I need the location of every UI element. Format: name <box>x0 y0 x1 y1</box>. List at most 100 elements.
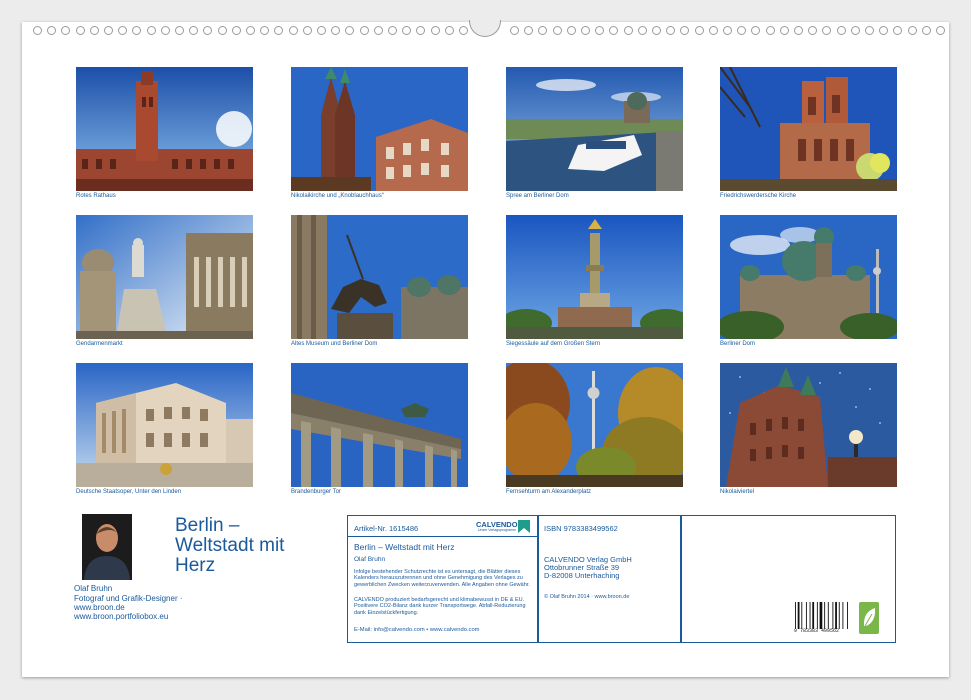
binding-hole <box>808 26 818 35</box>
binding-hole <box>118 26 128 35</box>
isbn: ISBN 9783383499562 <box>544 524 618 533</box>
photo-fernsehturm <box>506 363 683 487</box>
divider <box>348 536 537 537</box>
binding-hole <box>552 26 562 35</box>
binding-hole <box>317 26 326 35</box>
photo-altes-museum <box>291 215 468 339</box>
binding-hole <box>302 26 312 35</box>
photo-caption: Nikolaikirche und „Knoblauchhaus“ <box>291 193 384 199</box>
binding-hole <box>666 26 676 35</box>
binding-hole <box>288 26 298 35</box>
photo-caption: Siegessäule auf dem Großen Stern <box>506 341 601 347</box>
photo-credit: © Olaf Bruhn 2014 · www.broon.de <box>544 594 630 600</box>
binding-hole <box>373 26 383 35</box>
barcode-bar <box>795 602 796 629</box>
eco-notice: CALVENDO produziert bedarfsgerecht und k… <box>354 597 526 616</box>
binding-hole <box>694 26 704 35</box>
eco-badge <box>859 602 879 634</box>
binding-hole <box>510 26 519 35</box>
photo-caption: Berliner Dom <box>720 341 756 347</box>
product-info-box: Artikel-Nr. 1615486 CALVENDO Unser Verla… <box>347 515 896 643</box>
binding-hole <box>708 26 718 35</box>
leaf-icon <box>863 608 876 627</box>
binding-hole <box>33 26 42 35</box>
photo-spree <box>506 67 683 191</box>
binding-hole <box>388 26 397 35</box>
binding-hole <box>231 26 241 35</box>
barcode-bar <box>809 602 811 629</box>
author-portrait <box>82 514 132 580</box>
binding-hole <box>850 26 860 35</box>
author-description: Fotograf und Grafik-Designer · www.broon… <box>74 594 183 621</box>
binding-hole <box>623 26 633 35</box>
photo-staatsoper <box>76 363 253 487</box>
photo-nikolaikirche <box>291 67 468 191</box>
author-name: Olaf Bruhn <box>74 584 113 593</box>
barcode-bar <box>832 602 834 629</box>
binding-hole <box>794 26 803 35</box>
binding-hole <box>47 26 57 35</box>
contact-info: E-Mail: info@calvendo.com • www.calvendo… <box>354 627 480 633</box>
binding-hole <box>680 26 690 35</box>
photo-caption: Nikolaiviertel <box>720 489 755 495</box>
binding-hole <box>217 26 227 35</box>
binding-hole <box>416 26 426 35</box>
binding-hole <box>274 26 284 35</box>
barcode-bars <box>795 602 852 629</box>
binding-hole <box>538 26 548 35</box>
barcode-bar <box>835 602 837 629</box>
barcode-bar <box>847 602 848 629</box>
barcode-bar <box>805 602 807 629</box>
photo-caption: Brandenburger Tor <box>291 489 341 495</box>
binding-hole <box>566 26 576 35</box>
photo-siegessaeule <box>506 215 683 339</box>
barcode-bar <box>812 602 815 629</box>
binding-hole <box>345 26 355 35</box>
binding-hole <box>359 26 369 35</box>
binding-hole <box>75 26 85 35</box>
binding-hole <box>524 26 534 35</box>
binding-hole <box>737 26 747 35</box>
binding-hole <box>893 26 903 35</box>
article-number: Artikel-Nr. 1615486 <box>354 524 419 533</box>
binding-hole <box>260 26 270 35</box>
binding-hole <box>921 26 931 35</box>
photo-caption: Friedrichswerdersche Kirche <box>720 193 797 199</box>
photo-caption: Altes Museum und Berliner Dom <box>291 341 378 347</box>
calvendo-logo-sub: Unser Verlagsprogramm <box>478 528 516 532</box>
barcode-bar <box>838 602 840 629</box>
binding-hole <box>936 26 945 35</box>
barcode-bar <box>816 602 818 629</box>
calendar-title: Berlin – Weltstadt mit Herz <box>175 515 285 576</box>
calvendo-mark-icon <box>518 520 530 533</box>
barcode-bar <box>827 602 829 629</box>
product-author: Olaf Bruhn <box>354 556 386 563</box>
barcode-bar <box>842 602 844 629</box>
binding-hole <box>723 26 732 35</box>
binding-hole <box>89 26 99 35</box>
binding-hole <box>822 26 832 35</box>
binding-hole <box>779 26 789 35</box>
publisher-city: D-82008 Unterhaching <box>544 571 620 580</box>
photo-berliner-dom <box>720 215 897 339</box>
binding-hole <box>637 26 647 35</box>
barcode-digits: 9 783383 499562 <box>794 628 840 634</box>
photo-caption: Gendarmenmarkt <box>76 341 123 347</box>
product-title: Berlin – Weltstadt mit Herz <box>354 542 455 552</box>
photo-caption: Spree am Berliner Dom <box>506 193 569 199</box>
barcode: 9 783383 499562 <box>794 602 852 636</box>
binding-hole <box>132 26 142 35</box>
photo-brandenburger-tor <box>291 363 468 487</box>
divider <box>537 516 539 642</box>
binding-hole <box>595 26 605 35</box>
binding-hole <box>61 26 71 35</box>
binding-hole <box>104 26 113 35</box>
binding-hole <box>203 26 213 35</box>
spiral-binding <box>0 0 971 40</box>
barcode-bar <box>801 602 803 629</box>
binding-hole <box>865 26 874 35</box>
barcode-bar <box>797 602 800 629</box>
copyright-notice: Infolge bestehender Schutzrechte ist es … <box>354 569 530 588</box>
calvendo-logo: CALVENDO Unser Verlagsprogramm <box>476 520 532 534</box>
binding-hole <box>246 26 255 35</box>
